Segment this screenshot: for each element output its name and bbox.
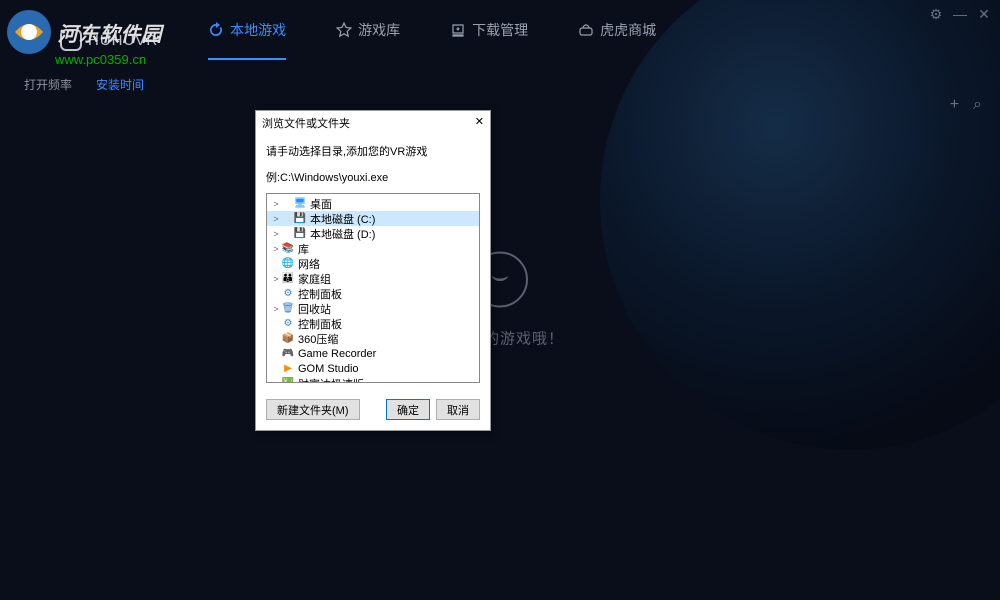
tree-item[interactable]: >👪家庭组 bbox=[267, 271, 479, 286]
browse-dialog: 浏览文件或文件夹 ✕ 请手动选择目录,添加您的VR游戏 例:C:\Windows… bbox=[255, 110, 491, 431]
tree-item[interactable]: 🌐网络 bbox=[267, 256, 479, 271]
tree-node-label: 本地磁盘 (D:) bbox=[310, 226, 375, 242]
tree-node-icon: ⚙ bbox=[281, 288, 295, 300]
tree-expand-icon[interactable]: > bbox=[271, 229, 281, 239]
tree-node-icon: 📚 bbox=[281, 243, 295, 255]
tree-item[interactable]: 💹财富达极速版 bbox=[267, 376, 479, 383]
tree-node-label: Game Recorder bbox=[298, 348, 376, 360]
subtab[interactable]: 安装时间 bbox=[96, 76, 144, 93]
tree-node-icon: ▶ bbox=[281, 363, 295, 375]
tree-item[interactable]: > 🖥桌面 bbox=[267, 196, 479, 211]
toolbar-right: + ⌕ bbox=[950, 96, 982, 114]
cancel-button[interactable]: 取消 bbox=[436, 399, 480, 420]
nav-download[interactable]: 下载管理 bbox=[450, 20, 528, 60]
tree-item[interactable]: > 💾本地磁盘 (C:) bbox=[267, 211, 479, 226]
tree-item[interactable]: >📚库 bbox=[267, 241, 479, 256]
tree-node-label: 家庭组 bbox=[298, 271, 331, 287]
tree-node-label: 桌面 bbox=[310, 196, 332, 212]
download-icon bbox=[450, 22, 466, 38]
tree-node-icon: ⚙ bbox=[281, 318, 295, 330]
tree-node-label: 本地磁盘 (C:) bbox=[310, 211, 375, 227]
tree-node-label: 控制面板 bbox=[298, 316, 342, 332]
tree-item[interactable]: ⚙控制面板 bbox=[267, 286, 479, 301]
tree-item[interactable]: 📦360压缩 bbox=[267, 331, 479, 346]
tree-node-label: GOM Studio bbox=[298, 363, 359, 375]
dialog-titlebar: 浏览文件或文件夹 ✕ bbox=[256, 111, 490, 135]
nav-label: 游戏库 bbox=[358, 20, 400, 40]
watermark: 河东软件园 www.pc0359.cn bbox=[5, 8, 162, 67]
tree-node-icon: 🎮 bbox=[281, 348, 295, 360]
dialog-message: 请手动选择目录,添加您的VR游戏 bbox=[266, 143, 480, 159]
tree-item[interactable]: >🗑回收站 bbox=[267, 301, 479, 316]
tree-node-icon: 💾 bbox=[293, 228, 307, 240]
settings-icon[interactable]: ⚙ bbox=[928, 6, 944, 23]
nav-label: 下载管理 bbox=[472, 20, 528, 40]
tree-node-label: 财富达极速版 bbox=[298, 376, 364, 384]
tree-node-label: 库 bbox=[298, 241, 309, 257]
tree-node-label: 360压缩 bbox=[298, 331, 338, 347]
tree-node-label: 回收站 bbox=[298, 301, 331, 317]
refresh-icon bbox=[208, 22, 224, 38]
tree-node-label: 网络 bbox=[298, 256, 320, 272]
search-icon[interactable]: ⌕ bbox=[973, 96, 982, 114]
nav-refresh[interactable]: 本地游戏 bbox=[208, 20, 286, 60]
new-folder-button[interactable]: 新建文件夹(M) bbox=[266, 399, 360, 420]
tree-node-icon: 👪 bbox=[281, 273, 295, 285]
dialog-example: 例:C:\Windows\youxi.exe bbox=[266, 169, 480, 185]
folder-tree[interactable]: >🖥桌面>💾本地磁盘 (C:)>💾本地磁盘 (D:)>📚库🌐网络>👪家庭组⚙控制… bbox=[266, 193, 480, 383]
tree-node-icon: 💾 bbox=[293, 213, 307, 225]
tree-node-icon: 🌐 bbox=[281, 258, 295, 270]
tree-node-icon: 🖥 bbox=[293, 198, 307, 210]
tree-expand-icon[interactable]: > bbox=[271, 304, 281, 314]
tree-expand-icon[interactable]: > bbox=[271, 199, 281, 209]
nav-label: 虎虎商城 bbox=[600, 20, 656, 40]
tree-item[interactable]: > 💾本地磁盘 (D:) bbox=[267, 226, 479, 241]
dialog-title: 浏览文件或文件夹 bbox=[262, 115, 350, 131]
shop-icon bbox=[578, 22, 594, 38]
nav-label: 本地游戏 bbox=[230, 20, 286, 40]
add-icon[interactable]: + bbox=[950, 96, 959, 114]
tree-node-icon: 💹 bbox=[281, 378, 295, 384]
tree-expand-icon[interactable]: > bbox=[271, 214, 281, 224]
nav-shop[interactable]: 虎虎商城 bbox=[578, 20, 656, 60]
tree-item[interactable]: ⚙控制面板 bbox=[267, 316, 479, 331]
nav-star[interactable]: 游戏库 bbox=[336, 20, 400, 60]
tree-item[interactable]: 🎮Game Recorder bbox=[267, 346, 479, 361]
star-icon bbox=[336, 22, 352, 38]
subtab[interactable]: 打开频率 bbox=[24, 76, 72, 93]
dialog-close-icon[interactable]: ✕ bbox=[475, 115, 484, 131]
close-button[interactable]: ✕ bbox=[976, 6, 992, 23]
tree-node-icon: 🗑 bbox=[281, 303, 295, 315]
tree-node-icon: 📦 bbox=[281, 333, 295, 345]
tree-expand-icon[interactable]: > bbox=[271, 244, 281, 254]
watermark-text: 河东软件园 bbox=[57, 18, 162, 47]
ok-button[interactable]: 确定 bbox=[386, 399, 430, 420]
tree-item[interactable]: ▶GOM Studio bbox=[267, 361, 479, 376]
tree-expand-icon[interactable]: > bbox=[271, 274, 281, 284]
watermark-logo-icon bbox=[5, 8, 53, 56]
minimize-button[interactable]: — bbox=[952, 6, 968, 23]
tree-node-label: 控制面板 bbox=[298, 286, 342, 302]
window-controls: ⚙ — ✕ bbox=[928, 6, 992, 23]
